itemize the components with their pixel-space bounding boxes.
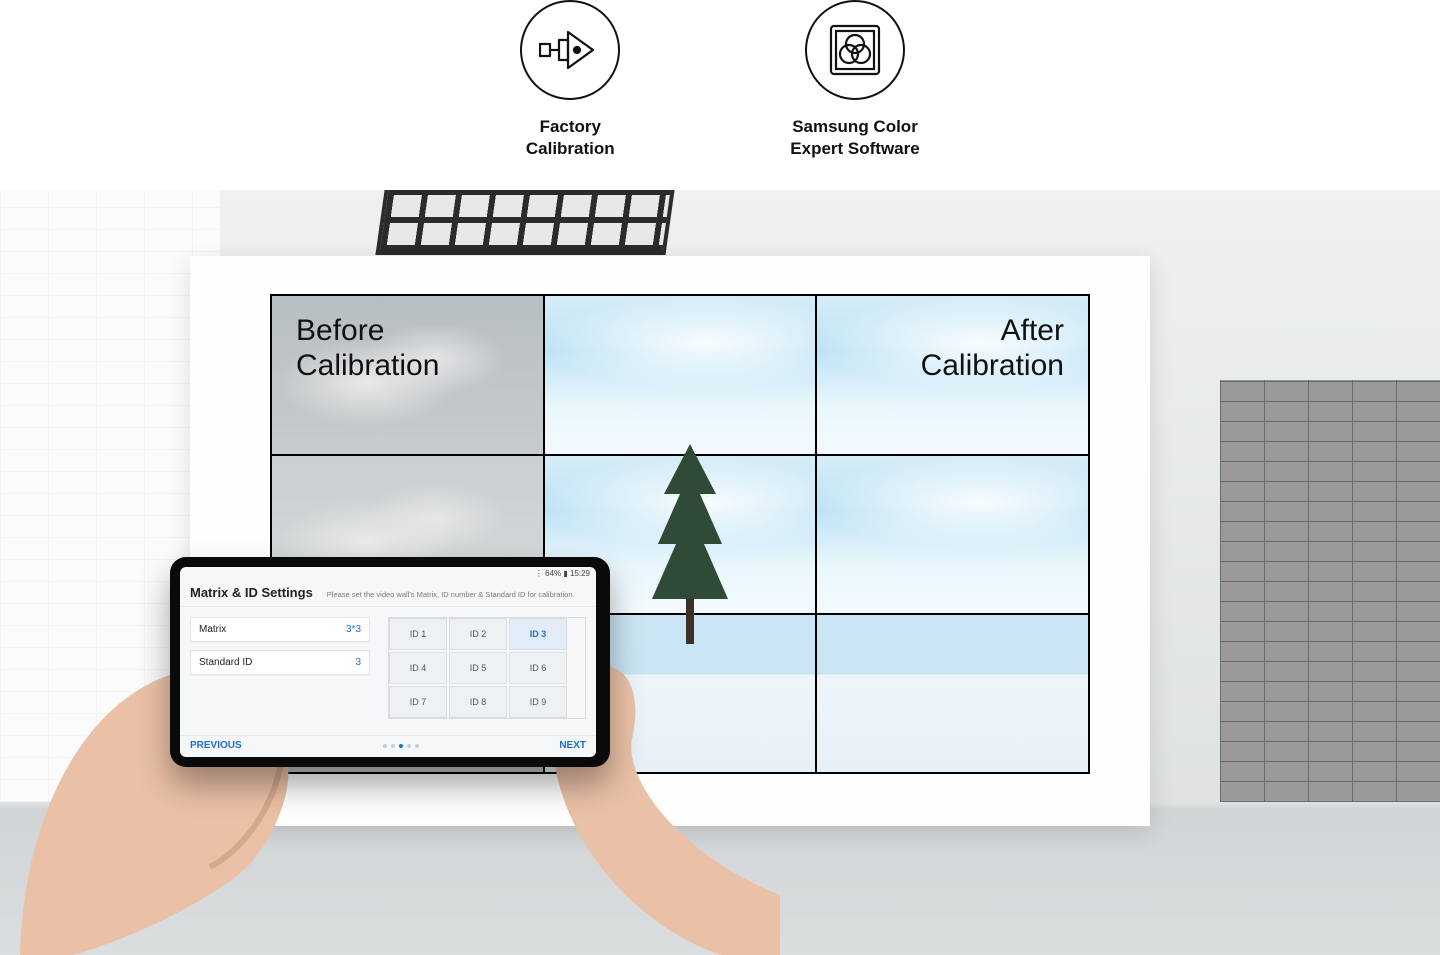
phone-screen: ⋮ 64% ▮ 15:29 Matrix & ID Settings Pleas… [180,567,596,757]
id-cell-4[interactable]: ID 4 [389,652,447,684]
panel-1-1: Before Calibration [272,296,543,453]
page-indicator [383,744,419,748]
dot-1 [383,744,387,748]
id-cell-7[interactable]: ID 7 [389,686,447,718]
color-expert-block: Samsung Color Expert Software [790,0,919,160]
standard-id-field-value: 3 [355,657,361,668]
id-cell-5[interactable]: ID 5 [449,652,507,684]
matrix-field-label: Matrix [199,624,226,635]
dot-4 [407,744,411,748]
standard-id-field-label: Standard ID [199,657,252,668]
phone-mockup: ⋮ 64% ▮ 15:29 Matrix & ID Settings Pleas… [170,557,610,767]
matrix-field[interactable]: Matrix 3*3 [190,617,370,642]
color-expert-icon [805,0,905,100]
after-calibration-caption: After Calibration [921,314,1064,383]
color-expert-label: Samsung Color Expert Software [790,116,919,160]
id-cell-1[interactable]: ID 1 [389,618,447,650]
id-cell-9[interactable]: ID 9 [509,686,567,718]
dot-2 [391,744,395,748]
id-cell-6[interactable]: ID 6 [509,652,567,684]
calibration-scene: Before Calibration After Calibration [0,190,1440,955]
app-title: Matrix & ID Settings [190,585,313,600]
ceiling-skylight [375,190,674,255]
id-cell-8[interactable]: ID 8 [449,686,507,718]
id-grid: ID 1 ID 2 ID 3 ID 4 ID 5 ID 6 ID 7 ID 8 … [388,617,586,719]
factory-calibration-label: Factory Calibration [526,116,615,160]
dot-3 [399,744,403,748]
matrix-field-value: 3*3 [346,624,361,635]
panel-1-2 [545,296,816,453]
factory-calibration-icon [520,0,620,100]
wall-brick-right [1220,380,1440,802]
standard-id-field[interactable]: Standard ID 3 [190,650,370,675]
before-calibration-caption: Before Calibration [296,314,439,383]
id-cell-3[interactable]: ID 3 [509,618,567,650]
id-cell-2[interactable]: ID 2 [449,618,507,650]
panel-3-3 [817,615,1088,772]
app-header: Matrix & ID Settings Please set the vide… [180,583,596,607]
feature-icon-row: Factory Calibration Samsung Color Expert… [0,0,1440,190]
next-button[interactable]: NEXT [559,740,586,751]
panel-2-3 [817,456,1088,613]
phone-statusbar: ⋮ 64% ▮ 15:29 [180,567,596,583]
factory-calibration-block: Factory Calibration [520,0,620,160]
previous-button[interactable]: PREVIOUS [190,740,242,751]
panel-1-3: After Calibration [817,296,1088,453]
dot-5 [415,744,419,748]
app-subtitle: Please set the video wall's Matrix, ID n… [327,590,575,599]
